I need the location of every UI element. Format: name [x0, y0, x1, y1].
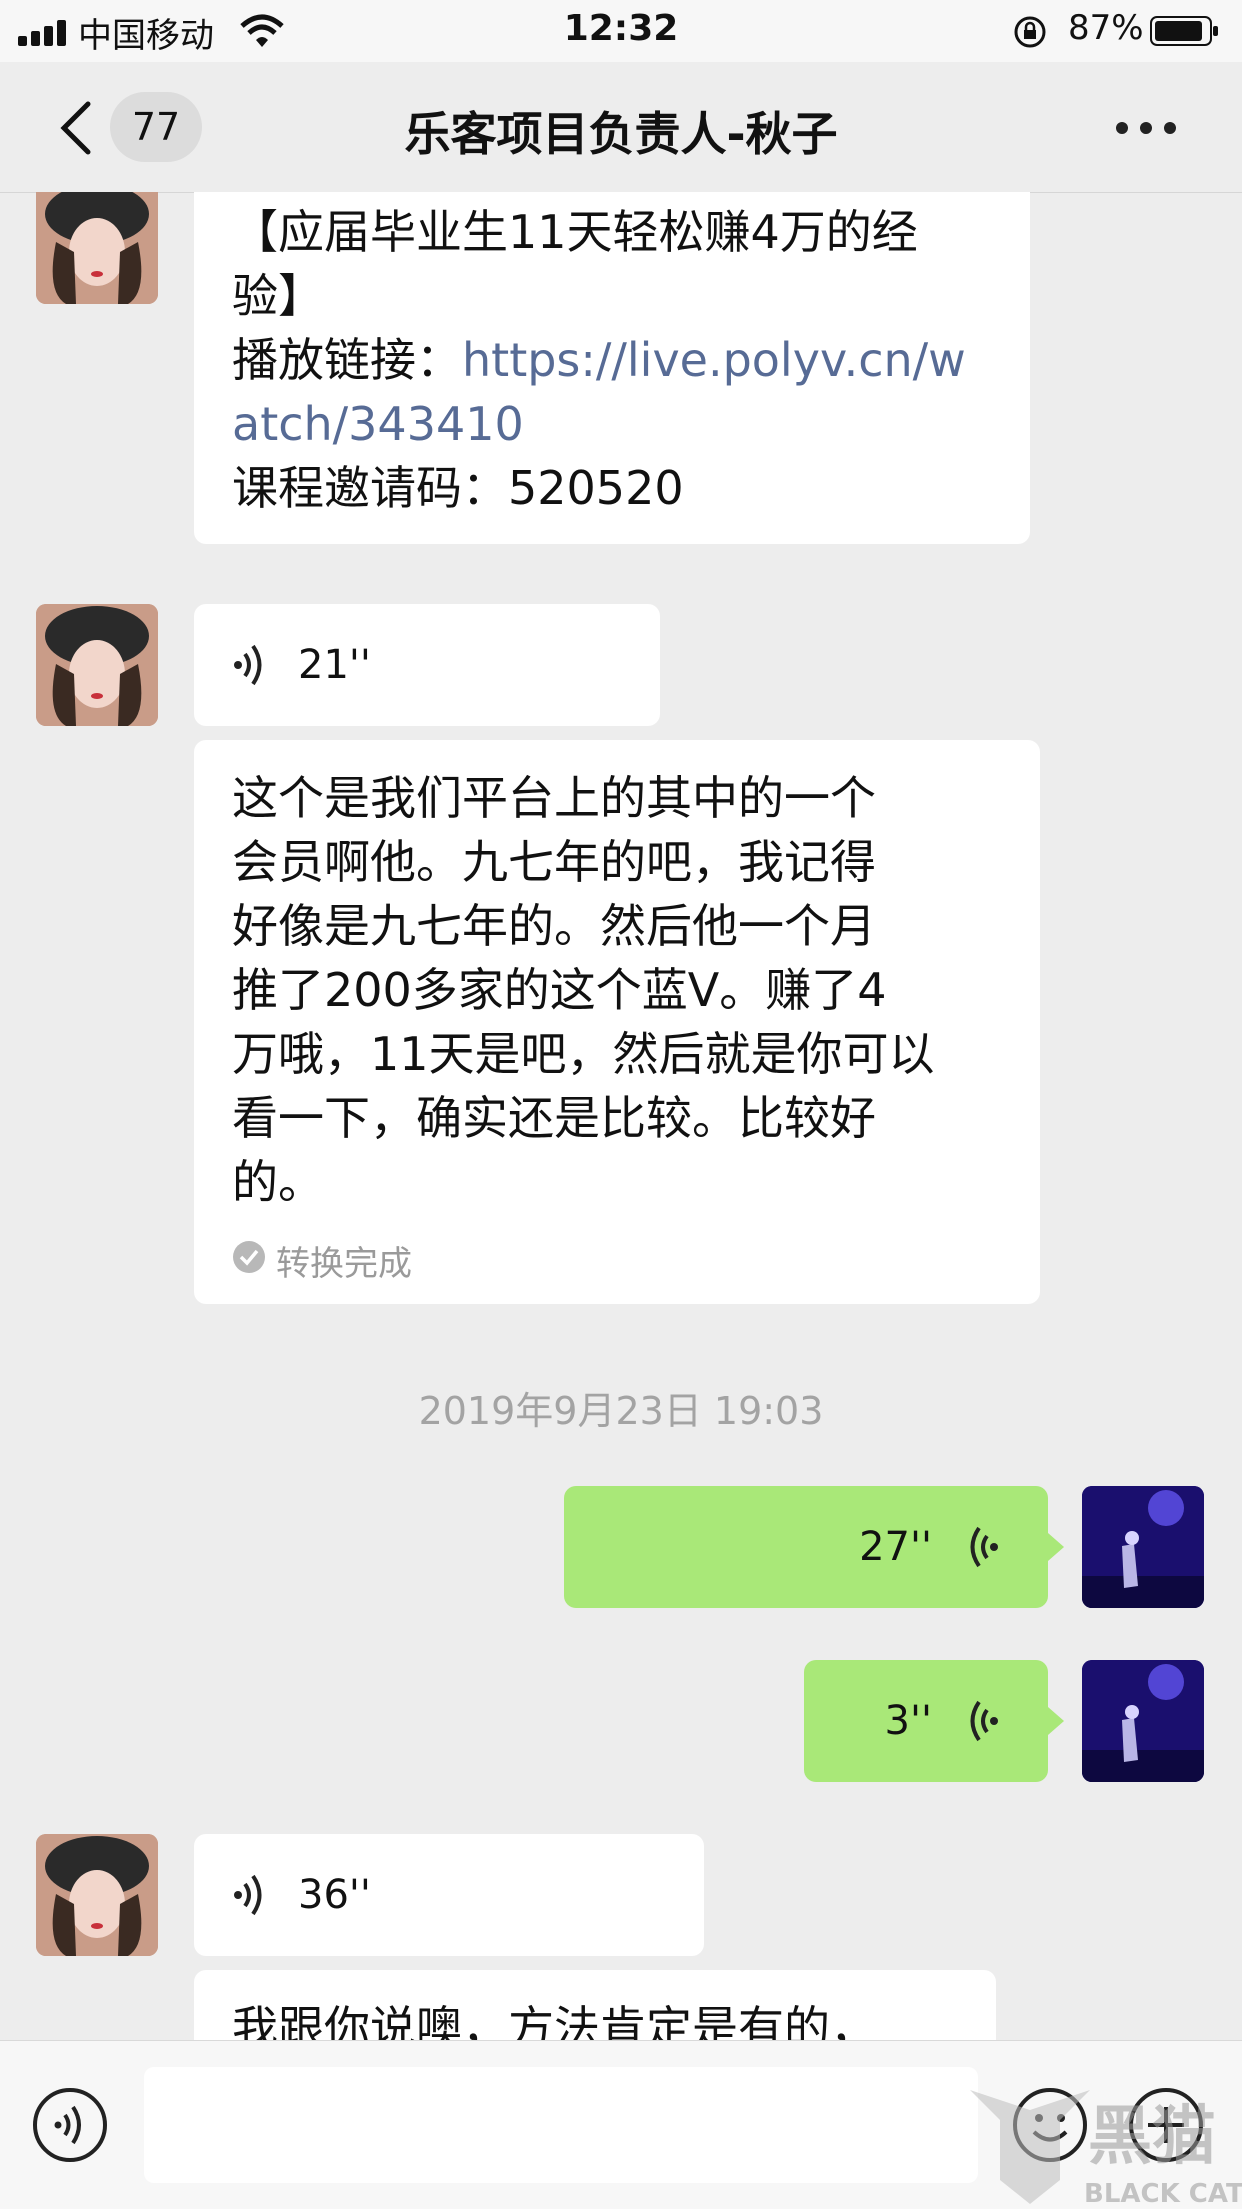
- voice-wave-icon: [970, 1526, 998, 1568]
- message-timestamp: 2019年9月23日 19:03: [418, 1389, 824, 1433]
- link-label: 播放链接：: [232, 333, 462, 387]
- playback-link[interactable]: https://live.polyv.cn/w: [462, 333, 966, 387]
- message-line: 验】: [232, 269, 324, 323]
- bubble-tail: [1048, 1707, 1064, 1735]
- voice-wave-icon: [234, 644, 262, 686]
- contact-avatar[interactable]: [36, 604, 158, 726]
- transcript-line: 万哦，11天是吧，然后就是你可以: [232, 1027, 935, 1081]
- voice-message-bubble[interactable]: 21'': [194, 604, 660, 726]
- more-options-icon[interactable]: [1116, 120, 1176, 136]
- transcript-line: 会员啊他。九七年的吧，我记得: [232, 835, 876, 889]
- my-avatar[interactable]: [1082, 1660, 1204, 1782]
- voice-message-bubble[interactable]: 36'': [194, 1834, 704, 1956]
- transcript-line: 这个是我们平台上的其中的一个: [232, 771, 876, 825]
- message-list[interactable]: 【应届毕业生11天轻松赚4万的经 验】 播放链接：https://live.po…: [0, 192, 1242, 2040]
- clock: 12:32: [563, 8, 679, 49]
- voice-duration: 3'': [884, 1698, 932, 1744]
- message-bubble[interactable]: 【应届毕业生11天轻松赚4万的经 验】 播放链接：https://live.po…: [194, 192, 1030, 544]
- voice-transcript-bubble[interactable]: 我跟你说噢，方法肯定是有的，: [194, 1970, 996, 2040]
- voice-wave-icon: [234, 1874, 262, 1916]
- voice-duration: 36'': [298, 1872, 371, 1918]
- message-line: 【应届毕业生11天轻松赚4万的经: [232, 205, 918, 259]
- contact-avatar[interactable]: [36, 1834, 158, 1956]
- bubble-tail: [1048, 1533, 1064, 1561]
- transcript-line: 好像是九七年的。然后他一个月: [232, 899, 876, 953]
- contact-avatar[interactable]: [36, 192, 158, 304]
- my-avatar[interactable]: [1082, 1486, 1204, 1608]
- svg-text:黑猫: 黑猫: [1088, 2100, 1216, 2174]
- voice-input-toggle-icon[interactable]: [32, 2087, 108, 2163]
- black-cat-watermark-logo: 黑猫 BLACK CAT: [970, 2090, 1242, 2208]
- transcript-line: 推了200多家的这个蓝V。赚了4: [232, 963, 887, 1017]
- voice-duration: 27'': [859, 1524, 932, 1570]
- rotation-lock-icon: [1014, 16, 1046, 48]
- battery-icon: [1150, 16, 1218, 46]
- message-input[interactable]: [144, 2067, 978, 2183]
- my-voice-message-bubble[interactable]: 3'': [804, 1660, 1048, 1782]
- voice-wave-icon: [970, 1700, 998, 1742]
- invite-code-line: 课程邀请码：520520: [232, 461, 684, 515]
- check-circle-icon: [233, 1241, 265, 1273]
- watermark-text: BLACK CAT: [1084, 2179, 1242, 2208]
- voice-duration: 21'': [298, 642, 371, 688]
- chat-title: 乐客项目负责人-秋子: [404, 107, 838, 161]
- playback-link-continued[interactable]: atch/343410: [232, 392, 1002, 456]
- transcript-line: 的。: [232, 1155, 324, 1209]
- convert-status: 转换完成: [276, 1244, 412, 1284]
- status-bar: 中国移动 12:32 87%: [0, 0, 1242, 62]
- transcript-line: 看一下，确实还是比较。比较好: [232, 1091, 876, 1145]
- battery-percent: 87%: [1068, 8, 1144, 48]
- voice-transcript-bubble[interactable]: 这个是我们平台上的其中的一个 会员啊他。九七年的吧，我记得 好像是九七年的。然后…: [194, 740, 1040, 1304]
- transcript-line: 我跟你说噢，方法肯定是有的，: [232, 2001, 876, 2040]
- my-voice-message-bubble[interactable]: 27'': [564, 1486, 1048, 1608]
- chat-header: 77 乐客项目负责人-秋子: [0, 62, 1242, 193]
